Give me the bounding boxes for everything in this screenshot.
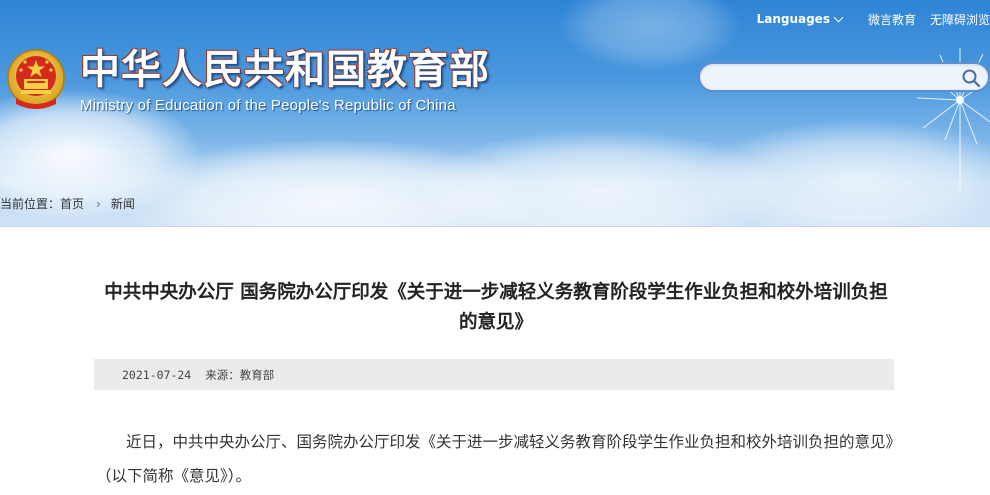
chevron-right-icon: › (96, 196, 101, 211)
search-icon[interactable] (960, 67, 982, 89)
article-source: 来源：教育部 (205, 367, 275, 382)
cloud-decoration (560, 0, 740, 70)
article-meta: 2021-07-24 来源：教育部 (94, 359, 894, 390)
breadcrumb: 当前位置： 首页 › 新闻 (0, 195, 135, 212)
breadcrumb-home-link[interactable]: 首页 (60, 195, 84, 212)
weiyan-link[interactable]: 微言教育 (868, 11, 916, 28)
site-header: Languages 微言教育 无障碍浏览 中华人民共和国教育部 Ministry… (0, 0, 990, 226)
article-title: 中共中央办公厅 国务院办公厅印发《关于进一步减轻义务教育阶段学生作业负担和校外培… (104, 282, 888, 333)
breadcrumb-prefix: 当前位置： (0, 197, 61, 211)
top-links: Languages 微言教育 无障碍浏览 (757, 10, 990, 28)
site-title[interactable]: 中华人民共和国教育部 (80, 46, 490, 94)
accessibility-link[interactable]: 无障碍浏览 (930, 11, 990, 28)
chevron-down-icon (833, 12, 844, 22)
languages-menu[interactable]: Languages (756, 12, 844, 26)
article-paragraph: 近日，中共中央办公厅、国务院办公厅印发《关于进一步减轻义务教育阶段学生作业负担和… (96, 433, 894, 485)
search-box (698, 62, 990, 92)
breadcrumb-news-link[interactable]: 新闻 (111, 195, 135, 212)
languages-label: Languages (756, 12, 830, 26)
national-emblem-icon (7, 49, 65, 109)
article-date: 2021-07-24 (122, 367, 192, 382)
site-subtitle: Ministry of Education of the People's Re… (80, 97, 456, 114)
search-input[interactable] (710, 68, 950, 86)
